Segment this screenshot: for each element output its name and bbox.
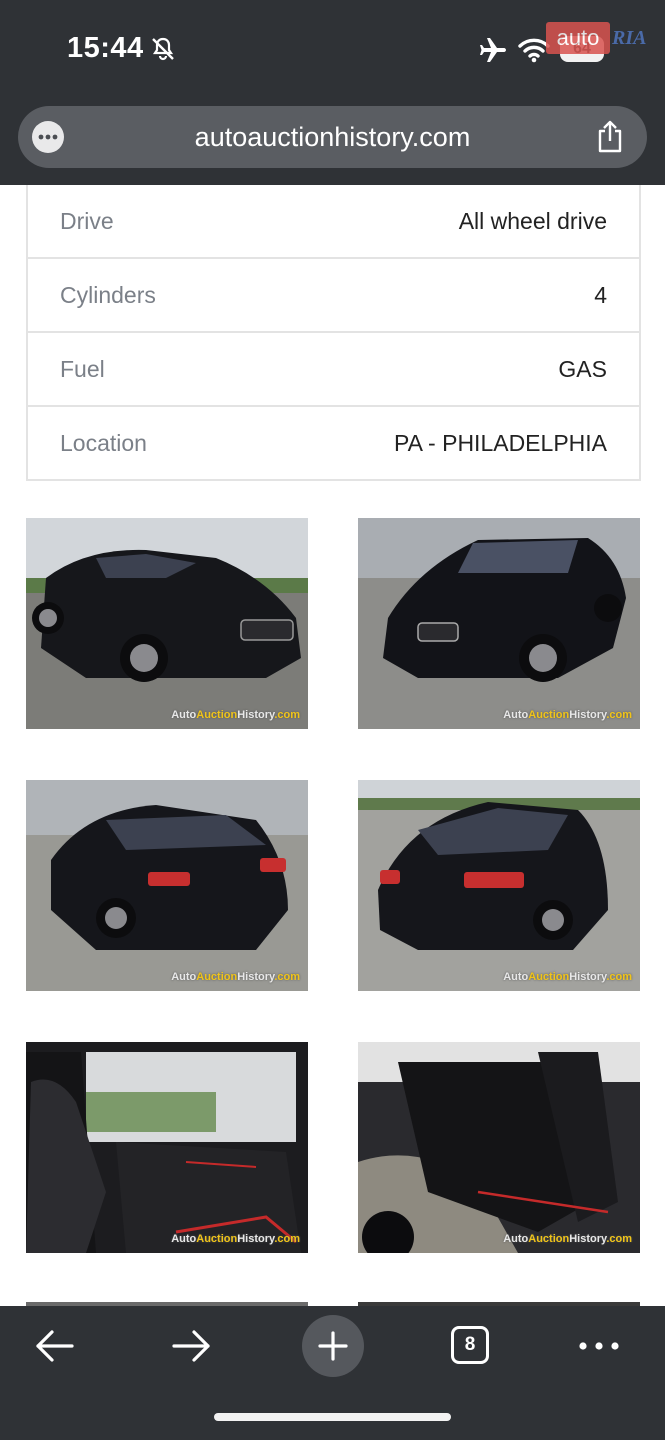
address-bar[interactable]: autoauctionhistory.com xyxy=(18,106,647,168)
status-time: 15:44 xyxy=(67,32,144,64)
photo-watermark: AutoAuctionHistory.com xyxy=(171,709,300,721)
car-photo-image xyxy=(358,1042,640,1253)
photo-watermark: AutoAuctionHistory.com xyxy=(171,1233,300,1245)
car-photo-front-right[interactable]: AutoAuctionHistory.com xyxy=(358,518,640,729)
spec-row-fuel: Fuel GAS xyxy=(28,331,639,405)
car-photo-image xyxy=(26,518,308,729)
car-photo-rear-right[interactable]: AutoAuctionHistory.com xyxy=(358,780,640,991)
spec-label: Location xyxy=(60,429,147,456)
car-photo-image xyxy=(358,518,640,729)
forward-arrow-icon[interactable] xyxy=(170,1326,214,1366)
url-text[interactable]: autoauctionhistory.com xyxy=(18,106,647,168)
car-photo-image xyxy=(26,780,308,991)
spec-value: 4 xyxy=(594,281,607,308)
car-photo-image xyxy=(358,780,640,991)
spec-label: Fuel xyxy=(60,355,105,382)
tabs-button[interactable]: 8 xyxy=(451,1326,489,1364)
tab-count: 8 xyxy=(464,1334,476,1355)
page-menu-button[interactable] xyxy=(32,121,64,153)
car-photo-front-left[interactable]: AutoAuctionHistory.com xyxy=(26,518,308,729)
airplane-icon xyxy=(480,38,506,62)
spec-row-cylinders: Cylinders 4 xyxy=(28,257,639,331)
back-arrow-icon[interactable] xyxy=(32,1326,76,1366)
browser-top-chrome: 15:44 64 auto RIA autoauctionhistory.com xyxy=(0,0,665,185)
spec-label: Cylinders xyxy=(60,281,156,308)
spec-row-location: Location PA - PHILADELPHIA xyxy=(28,405,639,479)
auto-ria-logo-watermark: auto xyxy=(546,22,610,54)
photo-watermark: AutoAuctionHistory.com xyxy=(503,971,632,983)
car-photo-front-interior[interactable]: AutoAuctionHistory.com xyxy=(26,1042,308,1253)
ria-logo-watermark: RIA xyxy=(612,27,647,49)
home-indicator xyxy=(214,1413,451,1421)
spec-value: GAS xyxy=(558,355,607,382)
car-photo-rear-left[interactable]: AutoAuctionHistory.com xyxy=(26,780,308,991)
plus-icon xyxy=(318,1331,348,1361)
spec-value: PA - PHILADELPHIA xyxy=(393,429,607,456)
photo-watermark: AutoAuctionHistory.com xyxy=(503,1233,632,1245)
photo-watermark: AutoAuctionHistory.com xyxy=(171,971,300,983)
bell-slash-icon xyxy=(152,37,174,61)
spec-value: All wheel drive xyxy=(458,207,607,234)
photo-watermark: AutoAuctionHistory.com xyxy=(503,709,632,721)
spec-row-drive: Drive All wheel drive xyxy=(28,185,639,257)
share-icon[interactable] xyxy=(595,120,625,154)
car-photo-rear-interior[interactable]: AutoAuctionHistory.com xyxy=(358,1042,640,1253)
more-dots-icon xyxy=(38,134,58,140)
vehicle-spec-table: Drive All wheel drive Cylinders 4 Fuel G… xyxy=(26,185,641,481)
more-dots-icon[interactable] xyxy=(578,1336,620,1356)
car-photo-image xyxy=(26,1042,308,1253)
new-tab-button[interactable] xyxy=(302,1315,364,1377)
spec-label: Drive xyxy=(60,207,114,234)
